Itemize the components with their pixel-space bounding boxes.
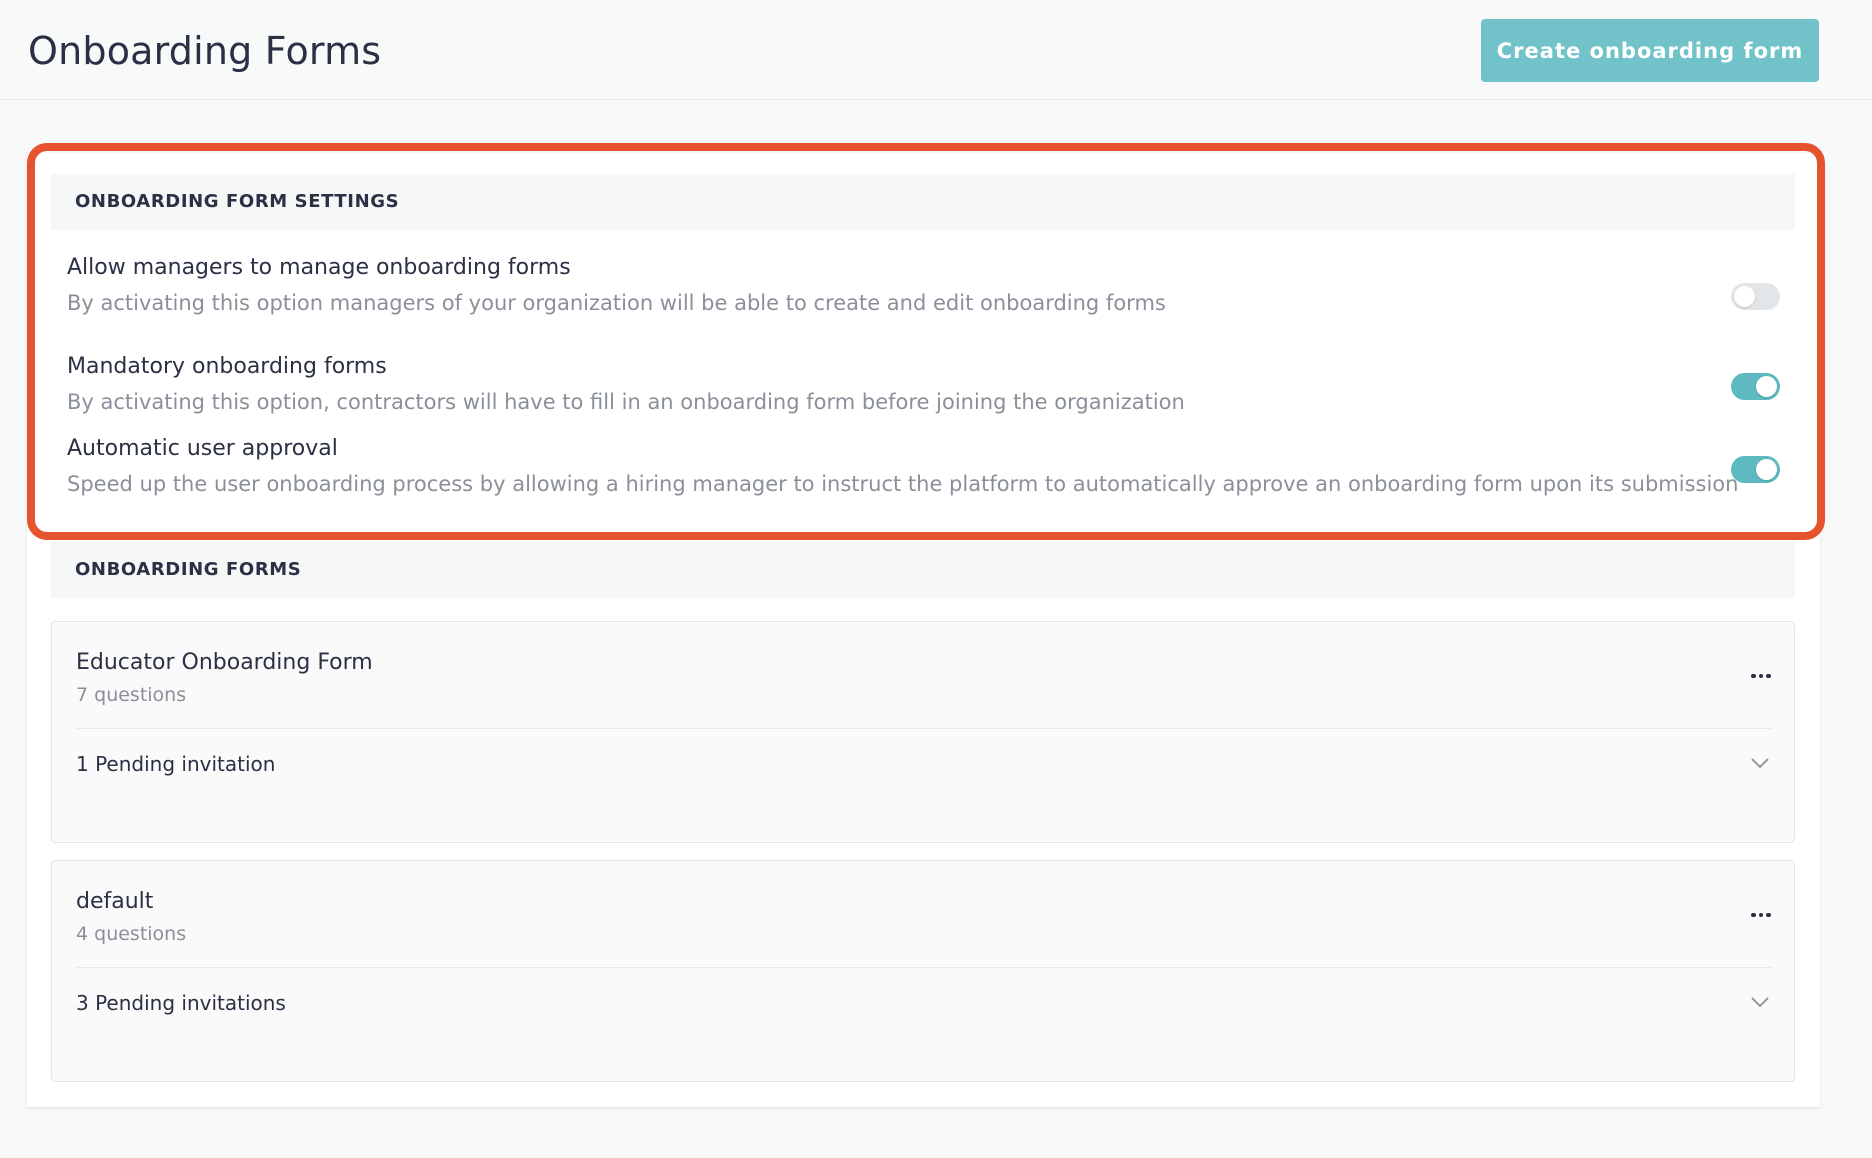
mandatory-forms-toggle[interactable] — [1731, 373, 1780, 400]
setting-title: Mandatory onboarding forms — [67, 354, 387, 379]
form-card-educator: Educator Onboarding Form 7 questions 1 P… — [51, 621, 1795, 843]
settings-section-heading: ONBOARDING FORM SETTINGS — [51, 174, 1795, 230]
pending-invitations-toggle[interactable]: 3 Pending invitations — [76, 989, 286, 1017]
form-question-count: 7 questions — [76, 684, 187, 706]
page-title: Onboarding Forms — [28, 29, 382, 73]
setting-automatic-approval: Automatic user approval Speed up the use… — [67, 434, 1787, 499]
setting-title: Allow managers to manage onboarding form… — [67, 255, 571, 280]
toggle-knob — [1756, 459, 1777, 480]
form-name: default — [76, 889, 154, 914]
pending-invitations-toggle[interactable]: 1 Pending invitation — [76, 750, 275, 778]
form-name: Educator Onboarding Form — [76, 650, 373, 675]
automatic-approval-toggle[interactable] — [1731, 456, 1780, 483]
create-onboarding-form-button[interactable]: Create onboarding form — [1481, 19, 1819, 82]
form-divider — [76, 967, 1772, 968]
allow-managers-toggle[interactable] — [1731, 283, 1780, 310]
page-header: Onboarding Forms Create onboarding form — [0, 0, 1872, 100]
setting-description: By activating this option, contractors w… — [67, 390, 1185, 414]
more-horizontal-icon[interactable] — [1746, 666, 1776, 686]
more-horizontal-icon[interactable] — [1746, 905, 1776, 925]
chevron-down-icon[interactable] — [1748, 993, 1772, 1011]
form-divider — [76, 728, 1772, 729]
setting-description: By activating this option managers of yo… — [67, 291, 1166, 315]
toggle-knob — [1734, 286, 1755, 307]
chevron-down-icon[interactable] — [1748, 754, 1772, 772]
form-card-default: default 4 questions 3 Pending invitation… — [51, 860, 1795, 1082]
toggle-knob — [1756, 376, 1777, 397]
forms-section-heading: ONBOARDING FORMS — [51, 542, 1795, 598]
setting-mandatory-forms: Mandatory onboarding forms By activating… — [67, 352, 1787, 417]
form-question-count: 4 questions — [76, 923, 187, 945]
setting-description: Speed up the user onboarding process by … — [67, 472, 1739, 496]
setting-allow-managers: Allow managers to manage onboarding form… — [67, 253, 1787, 318]
setting-title: Automatic user approval — [67, 436, 338, 461]
